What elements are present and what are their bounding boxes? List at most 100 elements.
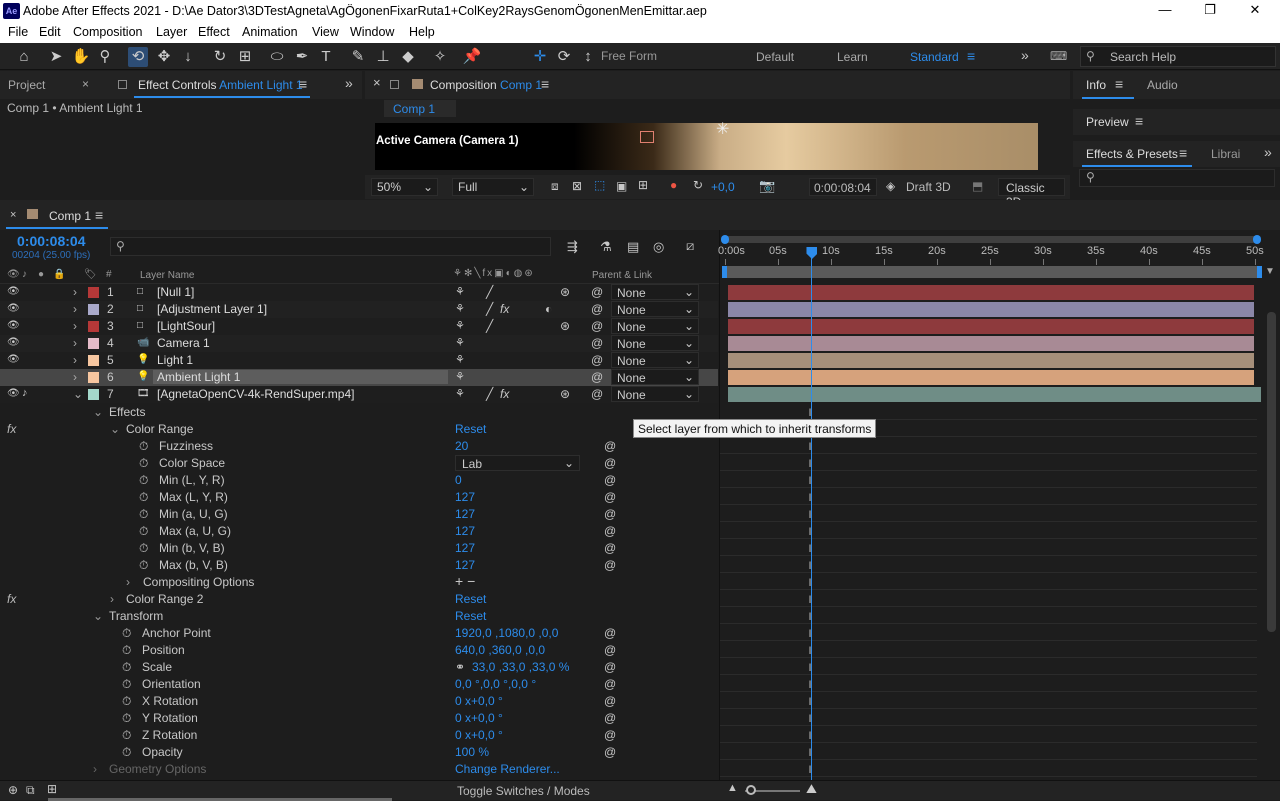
property-value[interactable]: 0 x+0,0 ° [455, 728, 503, 742]
layer-duration-bar[interactable] [728, 387, 1261, 402]
light-source-icon[interactable]: ✳ [716, 119, 729, 139]
property-value[interactable]: 1920,0 ,1080,0 ,0,0 [455, 626, 558, 640]
label-color-swatch[interactable] [88, 287, 99, 298]
panel-menu-icon[interactable]: ≡ [299, 76, 307, 92]
pickwhip-icon[interactable]: @ [604, 524, 616, 538]
geometry-options-row[interactable]: › Geometry Options Change Renderer... [0, 761, 718, 778]
layer-duration-bar[interactable] [728, 336, 1254, 351]
property-value[interactable]: 127 [455, 541, 475, 555]
layer-duration-bar[interactable] [728, 319, 1254, 334]
navigator-start-handle[interactable] [721, 235, 729, 244]
audio-icon[interactable]: ♪ [22, 269, 27, 280]
exposure-value[interactable]: +0,0 [711, 180, 735, 194]
stopwatch-icon[interactable]: ⏱ [122, 643, 131, 658]
selection-icon[interactable]: ➤ [46, 47, 66, 67]
pickwhip-icon[interactable]: @ [604, 728, 616, 742]
color-range-row[interactable]: fx ⌄ Color Range Reset [0, 421, 718, 438]
stopwatch-icon[interactable]: ⏱ [139, 524, 148, 539]
stopwatch-icon[interactable]: ⏱ [122, 626, 131, 641]
lock-icon[interactable]: 🔒 [53, 269, 65, 280]
roto-brush-icon[interactable]: ✧ [430, 47, 450, 67]
draft-3d-label[interactable]: Draft 3D [906, 180, 951, 194]
expand-panels-icon[interactable]: » [345, 75, 353, 91]
menu-view[interactable]: View [312, 25, 339, 39]
type-icon[interactable]: T [316, 47, 336, 67]
tab-libraries[interactable]: Librai [1211, 147, 1240, 161]
parent-dropdown[interactable]: None ⌄ [611, 335, 699, 351]
color-range-2-reset[interactable]: Reset [455, 592, 486, 606]
tab-composition[interactable]: Composition Comp 1 [430, 78, 542, 92]
pickwhip-icon[interactable]: @ [591, 285, 603, 299]
menu-edit[interactable]: Edit [39, 25, 61, 39]
light-marker-icon[interactable] [640, 131, 654, 143]
menu-composition[interactable]: Composition [73, 25, 142, 39]
collapse-chevron-icon[interactable]: › [73, 353, 77, 367]
home-icon[interactable]: ⌂ [14, 47, 34, 67]
time-ruler[interactable]: 0:00s 05s 10s 15s 20s 25s 30s 35s 40s 45s 50s [718, 244, 1265, 266]
stopwatch-icon[interactable]: ⏱ [122, 728, 131, 743]
lock-icon[interactable] [390, 80, 399, 89]
stopwatch-icon[interactable]: ⏱ [122, 745, 131, 760]
work-area-bar[interactable] [722, 266, 1262, 278]
color-range-property-row[interactable]: ⏱ Min (L, Y, R) 0 @ [0, 472, 718, 489]
work-area-end[interactable] [1257, 266, 1262, 278]
3d-view-icon[interactable]: ⬒ [972, 179, 983, 193]
pickwhip-icon[interactable]: @ [604, 439, 616, 453]
more-workspaces-icon[interactable]: » [1021, 47, 1029, 63]
renderer-dropdown[interactable]: Classic 3D [998, 178, 1065, 209]
label-color-swatch[interactable] [88, 321, 99, 332]
fx-switch-icon[interactable]: fx [500, 302, 509, 316]
quality-switch-icon[interactable]: ╱ [486, 302, 493, 316]
pickwhip-icon[interactable]: @ [604, 558, 616, 572]
comp-timecode[interactable]: 0:00:08:04 [809, 178, 877, 196]
tab-info[interactable]: Info [1086, 78, 1106, 92]
constrain-proportions-icon[interactable]: ⚭ [455, 660, 465, 674]
draft-3d-toggle-icon[interactable]: ⚗ [600, 239, 612, 255]
menu-layer[interactable]: Layer [156, 25, 187, 39]
panel-menu-icon[interactable]: ≡ [541, 76, 549, 92]
eraser-icon[interactable]: ◆ [398, 47, 418, 67]
collapse-chevron-icon[interactable]: › [73, 336, 77, 350]
zoom-dropdown[interactable]: 50% ⌄ [371, 178, 438, 196]
work-area-start[interactable] [722, 266, 727, 278]
parent-dropdown[interactable]: None ⌄ [611, 369, 699, 385]
3d-layer-icon[interactable]: ⊛ [560, 285, 570, 299]
color-range-property-row[interactable]: ⏱ Min (a, U, G) 127 @ [0, 506, 718, 523]
parent-dropdown[interactable]: None ⌄ [611, 284, 699, 300]
pickwhip-icon[interactable]: @ [604, 626, 616, 640]
menu-animation[interactable]: Animation [242, 25, 298, 39]
eye-icon[interactable]: 👁 [7, 388, 20, 399]
collapse-chevron-icon[interactable]: › [110, 592, 114, 606]
tab-audio[interactable]: Audio [1147, 78, 1178, 92]
layer-row[interactable]: 👁 › 4 📹 Camera 1 ⚘ @ None ⌄ [0, 335, 718, 352]
stopwatch-icon[interactable]: ⏱ [122, 711, 131, 726]
layer-name[interactable]: Ambient Light 1 [153, 370, 448, 384]
pickwhip-icon[interactable]: @ [604, 745, 616, 759]
graph-editor-icon[interactable]: ⧄ [686, 238, 694, 254]
scrollbar-thumb[interactable] [1267, 312, 1276, 632]
transform-property-row[interactable]: ⏱ Opacity 100 % @ [0, 744, 718, 761]
property-value[interactable]: 0 x+0,0 ° [455, 711, 503, 725]
toggle-switches-modes[interactable]: Toggle Switches / Modes [457, 784, 590, 798]
property-value[interactable]: 127 [455, 507, 475, 521]
tab-project[interactable]: Project [8, 78, 45, 92]
eye-icon[interactable]: 👁 [7, 337, 20, 348]
property-value[interactable]: 127 [455, 558, 475, 572]
zoom-out-icon[interactable]: ▲ [727, 782, 738, 794]
add-remove-mask-icons[interactable]: + − [455, 573, 475, 589]
hand-icon[interactable]: ✋ [71, 47, 91, 67]
audio-icon[interactable]: ♪ [22, 387, 28, 399]
pickwhip-icon[interactable]: @ [604, 507, 616, 521]
color-range-property-row[interactable]: ⏱ Fuzziness 20 @ [0, 438, 718, 455]
property-value[interactable]: 0,0 °,0,0 °,0,0 ° [455, 677, 536, 691]
layer-row[interactable]: 👁 › 1 □ [Null 1] ⚘ ╱ ⊛ @ None ⌄ [0, 284, 718, 301]
transform-property-row[interactable]: ⏱ Position 640,0 ,360,0 ,0,0 @ [0, 642, 718, 659]
rectangle-icon[interactable]: ⬭ [267, 47, 287, 67]
close-tab-icon[interactable]: × [82, 77, 89, 91]
layer-name[interactable]: Light 1 [153, 353, 448, 367]
stopwatch-icon[interactable]: ⏱ [139, 439, 148, 454]
tab-effects-presets[interactable]: Effects & Presets [1086, 147, 1178, 161]
color-range-property-row[interactable]: ⏱ Max (a, U, G) 127 @ [0, 523, 718, 540]
property-value[interactable]: 33,0 ,33,0 ,33,0 % [472, 660, 569, 674]
pickwhip-icon[interactable]: @ [591, 319, 603, 333]
